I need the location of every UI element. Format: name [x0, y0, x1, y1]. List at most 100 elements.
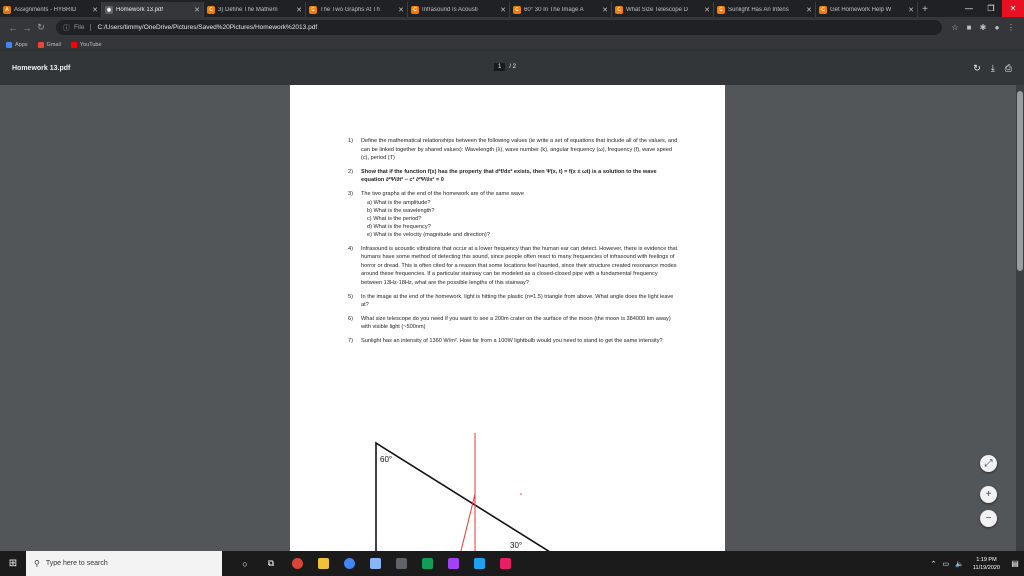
bookmarks-bar: Apps Gmail YouTube — [0, 38, 1024, 51]
triangle-shape — [375, 441, 550, 551]
tab-close-icon[interactable]: ✕ — [806, 6, 812, 14]
browser-toolbar: ← → ↻ ⓘ File C:/Users/timmy/OneDrive/Pic… — [0, 17, 1024, 38]
angle-top-label: 60° — [380, 455, 392, 464]
profile-avatar-icon[interactable]: ● — [990, 23, 1004, 32]
browser-tab[interactable]: C Infrasound Is Acousti ✕ — [408, 2, 510, 17]
calculator-icon[interactable] — [388, 551, 414, 576]
pdf-filename: Homework 13.pdf — [12, 64, 71, 72]
question-number: 4) — [348, 245, 353, 252]
bookmark-label: Apps — [15, 41, 28, 48]
question-text: Define the mathematical relationships be… — [361, 138, 678, 162]
taskbar-search-box[interactable]: ⚲ Type here to search — [26, 551, 222, 576]
forward-icon[interactable]: → — [20, 23, 34, 33]
download-icon[interactable]: ⤓ — [991, 63, 995, 74]
tab-close-icon[interactable]: ✕ — [194, 6, 200, 14]
tab-favicon-icon: C — [309, 5, 317, 14]
browser-app-icon[interactable] — [336, 551, 362, 576]
task-view-icon[interactable]: ⧉ — [258, 551, 284, 576]
app-bird-icon[interactable] — [466, 551, 492, 576]
page-number-input[interactable]: 1 — [494, 63, 506, 71]
browser-tab[interactable]: C What Size Telescope D ✕ — [612, 2, 714, 17]
file-explorer-icon[interactable] — [310, 551, 336, 576]
tab-close-icon[interactable]: ✕ — [500, 6, 506, 14]
zoom-out-button[interactable]: − — [980, 510, 997, 527]
tab-close-icon[interactable]: ✕ — [704, 6, 710, 14]
tab-close-icon[interactable]: ✕ — [92, 6, 98, 14]
mail-icon[interactable] — [362, 551, 388, 576]
tab-favicon-icon: C — [411, 5, 419, 14]
rotate-icon[interactable]: ↻ — [973, 63, 981, 74]
reload-icon[interactable]: ↻ — [34, 22, 48, 33]
search-icon: ⚲ — [34, 559, 40, 568]
bookmark-item[interactable]: YouTube — [70, 41, 102, 48]
bookmark-icon — [37, 41, 44, 48]
bookmark-icon — [70, 41, 77, 48]
address-url: C:/Users/timmy/OneDrive/Pictures/Saved%2… — [97, 24, 318, 31]
tab-close-icon[interactable]: ✕ — [602, 6, 608, 14]
start-windows-icon[interactable]: ⊞ — [0, 551, 26, 576]
question-text: In the image at the end of the homework,… — [361, 293, 674, 309]
tray-chevron-icon[interactable]: ⌃ — [931, 560, 937, 568]
system-tray: ⌃ ▭ 🔈 1:19 PM 11/19/2020 ▤ — [928, 551, 1024, 576]
volume-icon[interactable]: 🔈 — [955, 560, 964, 568]
question-number: 5) — [348, 293, 353, 300]
subquestion: b) What is the wavelength? — [367, 207, 435, 214]
question-text: What size telescope do you need if you w… — [361, 315, 671, 331]
question-item: 4) Infrasound is acoustic vibrations that… — [348, 245, 678, 288]
tab-favicon-icon: C — [207, 5, 215, 14]
tab-close-icon[interactable]: ✕ — [398, 6, 404, 14]
bookmark-item[interactable]: Apps — [6, 41, 28, 48]
close-window-button[interactable]: ✕ — [1002, 0, 1024, 17]
tab-close-icon[interactable]: ✕ — [908, 6, 914, 14]
address-scheme: File — [74, 24, 92, 31]
info-icon[interactable]: ⓘ — [63, 23, 70, 33]
fit-page-button[interactable]: ⤢ — [980, 455, 997, 472]
clock[interactable]: 1:19 PM 11/19/2020 — [973, 556, 1000, 572]
question-number: 2) — [348, 168, 353, 175]
puzzle-icon[interactable]: ✱ — [976, 23, 990, 32]
network-icon[interactable]: ▭ — [943, 560, 950, 568]
app-green-icon[interactable] — [414, 551, 440, 576]
menu-dots-icon[interactable]: ⋮ — [1004, 23, 1018, 32]
notifications-icon[interactable]: ▤ — [1006, 559, 1024, 568]
back-icon[interactable]: ← — [6, 23, 20, 33]
tab-title: 3) Define The Mathem — [218, 6, 278, 13]
tab-favicon-icon: C — [513, 5, 521, 14]
windows-taskbar: ⊞ ⚲ Type here to search ○ ⧉ ⌃ ▭ 🔈 1:19 P… — [0, 551, 1024, 576]
browser-tab[interactable]: C 3) Define The Mathem ✕ — [204, 2, 306, 17]
tab-title: Assignments - HYBRID — [14, 6, 77, 13]
question-item: 7) Sunlight has an intensity of 1360 W/m²… — [348, 337, 678, 346]
app-check-icon[interactable] — [440, 551, 466, 576]
new-tab-button[interactable]: + — [918, 2, 932, 17]
app-colorful-icon[interactable] — [492, 551, 518, 576]
tab-title: Infrasound Is Acousti — [422, 6, 478, 13]
bookmark-label: Gmail — [46, 41, 61, 48]
browser-tab[interactable]: ◉ Homework 13.pdf ✕ — [102, 2, 204, 17]
bookmark-star-icon[interactable]: ☆ — [948, 23, 962, 32]
vertical-scrollbar[interactable] — [1016, 85, 1024, 551]
address-bar[interactable]: ⓘ File C:/Users/timmy/OneDrive/Pictures/… — [56, 20, 942, 35]
tab-favicon-icon: C — [717, 5, 725, 14]
scrollbar-thumb[interactable] — [1017, 91, 1023, 271]
minimize-button[interactable]: — — [958, 0, 980, 17]
extension-icon[interactable]: ■ — [962, 23, 976, 32]
chrome-icon[interactable] — [284, 551, 310, 576]
search-placeholder: Type here to search — [45, 560, 108, 567]
browser-tab[interactable]: C Sunlight Has An Intens ✕ — [714, 2, 816, 17]
browser-tab[interactable]: C Get Homework Help W ✕ — [816, 2, 918, 17]
document-body: 1) Define the mathematical relationships … — [348, 137, 678, 351]
zoom-in-button[interactable]: + — [980, 486, 997, 503]
question-text: Sunlight has an intensity of 1360 W/m². … — [361, 337, 663, 344]
print-icon[interactable]: ⎙ — [1005, 63, 1012, 74]
browser-tab[interactable]: A Assignments - HYBRID ✕ — [0, 2, 102, 17]
tab-favicon-icon: C — [819, 5, 827, 14]
tab-favicon-icon: A — [3, 5, 11, 14]
restore-button[interactable]: ❐ — [980, 0, 1002, 17]
tab-close-icon[interactable]: ✕ — [296, 6, 302, 14]
pdf-viewer[interactable]: 1) Define the mathematical relationships … — [0, 85, 1016, 551]
browser-tab[interactable]: C The Two Graphs At Th ✕ — [306, 2, 408, 17]
tab-title: The Two Graphs At Th — [320, 6, 380, 13]
bookmark-item[interactable]: Gmail — [37, 41, 61, 48]
browser-tab[interactable]: C 60° 30 In The Image A ✕ — [510, 2, 612, 17]
cortana-icon[interactable]: ○ — [232, 551, 258, 576]
